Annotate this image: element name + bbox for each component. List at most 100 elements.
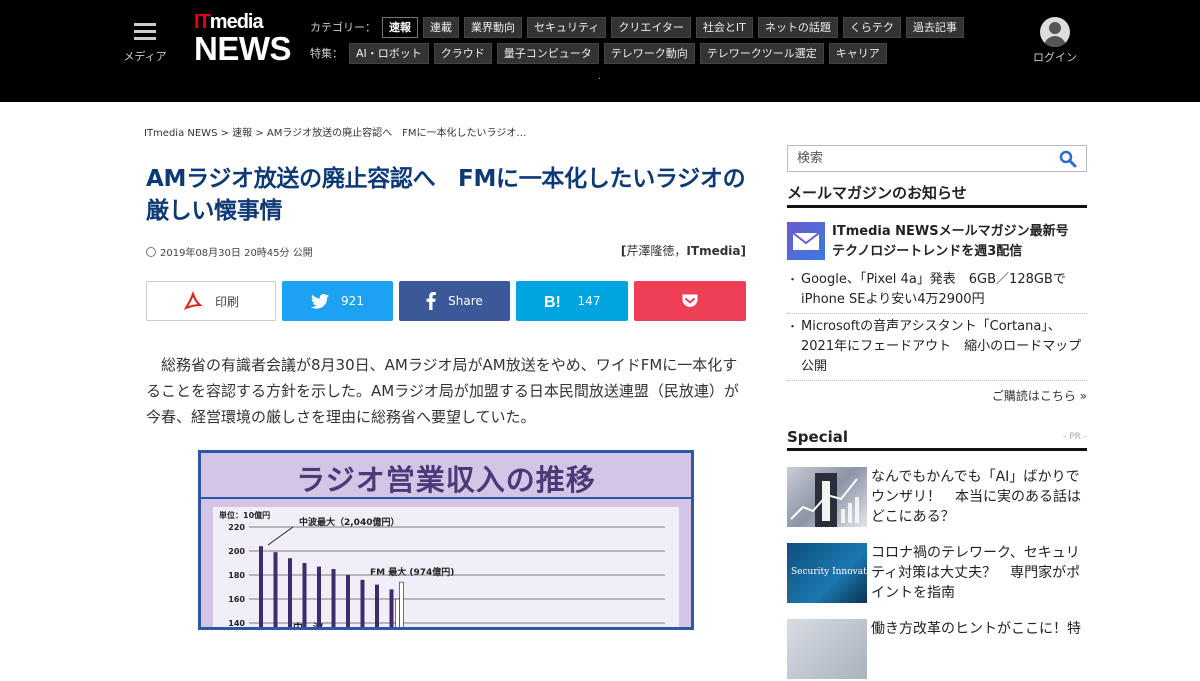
special-pr-label: - PR - bbox=[1063, 432, 1087, 442]
special-item-thumbnail bbox=[787, 619, 867, 679]
radio-revenue-chart: ラジオ営業収入の推移 単位：10億円 中波最大（2,040億円） FM 最大 (… bbox=[198, 450, 694, 630]
mailmag-feature[interactable]: ITmedia NEWSメールマガジン最新号 テクノロジートレンドを週3配信 bbox=[787, 222, 1087, 262]
chart-y-tick-label: 180 bbox=[228, 571, 245, 580]
chart-y-tick-label: 140 bbox=[228, 619, 245, 628]
author-name: 芹澤隆徳， bbox=[626, 244, 687, 258]
pocket-icon bbox=[682, 294, 698, 307]
chart-bar-am bbox=[375, 584, 379, 627]
chart-annotation-fm: FM 最大 (974億円) bbox=[370, 566, 454, 578]
mailmag-item[interactable]: Google、「Pixel 4a」発表 6GB／128GBでiPhone SEよ… bbox=[787, 270, 1087, 314]
mail-envelope-icon bbox=[787, 222, 825, 260]
mailmag-feature-line2: テクノロジートレンドを週3配信 bbox=[832, 244, 1023, 259]
nav-tag-category[interactable]: 速報 bbox=[382, 16, 418, 38]
nav-tag-feature[interactable]: テレワークツール選定 bbox=[699, 42, 824, 64]
nav-tag-category[interactable]: くらテク bbox=[842, 16, 901, 38]
print-label: 印刷 bbox=[214, 294, 239, 309]
chart-bar-fm bbox=[395, 598, 400, 627]
nav-tag-feature[interactable]: AI・ロボット bbox=[349, 42, 429, 64]
nav-tag-feature[interactable]: 量子コンピュータ bbox=[496, 42, 599, 64]
special-heading: Special - PR - bbox=[787, 428, 1087, 451]
chart-bar-am bbox=[273, 552, 278, 627]
media-menu-button[interactable]: メディア bbox=[122, 20, 168, 64]
nav-tag-feature[interactable]: テレワーク動向 bbox=[603, 42, 695, 64]
chart-unit-label: 単位：10億円 bbox=[219, 510, 270, 520]
nav-tag-category[interactable]: セキュリティ bbox=[527, 16, 607, 38]
hatena-bookmark-button[interactable]: B! 147 bbox=[516, 281, 628, 321]
facebook-share-button[interactable]: Share bbox=[399, 281, 510, 321]
special-item-title: 働き方改革のヒントがここに！特 bbox=[871, 621, 1081, 637]
chart-y-tick-label: 200 bbox=[228, 547, 245, 556]
twitter-bird-icon bbox=[311, 293, 330, 309]
mailmag-feature-line1: ITmedia NEWSメールマガジン最新号 bbox=[832, 224, 1069, 239]
chart-bar-am bbox=[389, 589, 394, 627]
chart-bar-am bbox=[331, 569, 336, 627]
article-title: AMラジオ放送の廃止容認へ FMに一本化したいラジオの厳しい懐事情 bbox=[146, 166, 746, 224]
mailmag-subscribe-link[interactable]: ご購読はこちら » bbox=[787, 387, 1087, 404]
nav-tag-category[interactable]: 業界動向 bbox=[464, 16, 522, 38]
thumbnail-caption: Security Innovation bbox=[791, 567, 881, 577]
hatena-count: 147 bbox=[577, 294, 601, 308]
print-button[interactable]: 印刷 bbox=[146, 281, 276, 321]
author-bracket-close: ] bbox=[740, 244, 746, 258]
chart-bar-am bbox=[317, 566, 321, 627]
nav-tag-category[interactable]: 過去記事 bbox=[905, 16, 964, 38]
article-lead: 総務省の有識者会議が8月30日、AMラジオ局がAM放送をやめ、ワイドFMに一本化… bbox=[146, 356, 739, 426]
chart-bar-am bbox=[259, 546, 263, 627]
nav-tag-feature[interactable]: クラウド bbox=[433, 42, 492, 64]
pocket-button[interactable] bbox=[634, 281, 746, 321]
chart-title-rule bbox=[201, 497, 691, 499]
special-item[interactable]: なんでもかんでも「AI」ばかりでウンザリ！ 本当に実のある話はどこにある？ bbox=[787, 467, 1087, 529]
special-item-title: なんでもかんでも「AI」ばかりでウンザリ！ 本当に実のある話はどこにある？ bbox=[871, 469, 1081, 525]
article-date: 2019年08月30日 20時45分 公開 bbox=[146, 244, 313, 259]
nav-tag-category[interactable]: 社会とIT bbox=[695, 16, 753, 38]
site-logo[interactable]: ITmedia NEWS bbox=[194, 12, 294, 70]
twitter-count: 921 bbox=[341, 294, 364, 308]
facebook-label: Share bbox=[448, 294, 483, 308]
mailmag-item[interactable]: Microsoftの音声アシスタント「Cortana」、2021年にフェードアウ… bbox=[787, 317, 1087, 381]
clock-icon bbox=[146, 247, 156, 257]
chart-y-tick-label: 160 bbox=[228, 595, 245, 604]
special-item-thumbnail: Security Innovation bbox=[787, 543, 881, 603]
category-heading: カテゴリー： bbox=[310, 21, 376, 34]
chart-annotation-arrow bbox=[267, 526, 294, 546]
special-heading-text: Special bbox=[787, 428, 849, 446]
facebook-f-icon bbox=[426, 292, 437, 310]
author-org[interactable]: ITmedia bbox=[686, 244, 740, 258]
breadcrumb[interactable]: ITmedia NEWS > 速報 > AMラジオ放送の廃止容認へ FMに一本化… bbox=[144, 124, 526, 139]
special-item[interactable]: Security Innovation コロナ禍のテレワーク、セキュリティ対策は… bbox=[787, 543, 1087, 605]
chart-bar-am bbox=[302, 563, 307, 627]
nav-tag-category[interactable]: ネットの話題 bbox=[757, 16, 838, 38]
login-label: ログイン bbox=[1033, 51, 1077, 64]
nav-tag-category[interactable]: クリエイター bbox=[611, 16, 691, 38]
chart-annotation-am: 中波最大（2,040億円） bbox=[299, 516, 399, 528]
article-date-text: 2019年08月30日 20時45分 公開 bbox=[160, 248, 313, 259]
special-item[interactable]: 働き方改革のヒントがここに！特 bbox=[787, 619, 1087, 681]
feature-heading: 特集： bbox=[310, 47, 343, 60]
twitter-share-button[interactable]: 921 bbox=[282, 281, 393, 321]
chart-bar-am bbox=[360, 579, 365, 627]
header-dot: · bbox=[598, 74, 602, 85]
search-box bbox=[787, 145, 1087, 172]
chart-title: ラジオ営業収入の推移 bbox=[296, 463, 596, 497]
pdf-icon bbox=[183, 291, 203, 311]
category-nav: カテゴリー： 速報 連載 業界動向 セキュリティ クリエイター 社会とIT ネッ… bbox=[310, 16, 969, 38]
login-button[interactable]: ログイン bbox=[1030, 17, 1080, 65]
special-item-thumbnail bbox=[787, 467, 867, 527]
search-input[interactable] bbox=[788, 146, 1048, 171]
feature-nav: 特集： AI・ロボット クラウド 量子コンピュータ テレワーク動向 テレワークツ… bbox=[310, 42, 892, 64]
chart-bar-fm bbox=[399, 581, 404, 627]
nav-tag-feature[interactable]: キャリア bbox=[828, 42, 887, 64]
chart-bar-am bbox=[346, 575, 350, 627]
mailmag-heading: メールマガジンのお知らせ bbox=[787, 182, 1087, 208]
nav-tag-category[interactable]: 連載 bbox=[423, 16, 459, 38]
logo-news: NEWS bbox=[194, 30, 292, 67]
chart-svg: 単位：10億円 中波最大（2,040億円） FM 最大 (974億円) 中 波 … bbox=[219, 510, 665, 628]
svg-text:B!: B! bbox=[544, 294, 561, 309]
hamburger-icon bbox=[134, 23, 156, 41]
site-header: メディア ITmedia NEWS カテゴリー： 速報 連載 業界動向 セキュリ… bbox=[0, 0, 1200, 102]
chart-y-tick-label: 220 bbox=[228, 523, 245, 532]
special-item-title: コロナ禍のテレワーク、セキュリティ対策は大丈夫？ 専門家がポイントを指南 bbox=[871, 545, 1081, 601]
search-icon[interactable] bbox=[1059, 150, 1077, 168]
article-author: [芹澤隆徳，ITmedia] bbox=[560, 242, 746, 259]
chart-plot-area: 単位：10億円 中波最大（2,040億円） FM 最大 (974億円) 中 波 … bbox=[213, 507, 679, 628]
